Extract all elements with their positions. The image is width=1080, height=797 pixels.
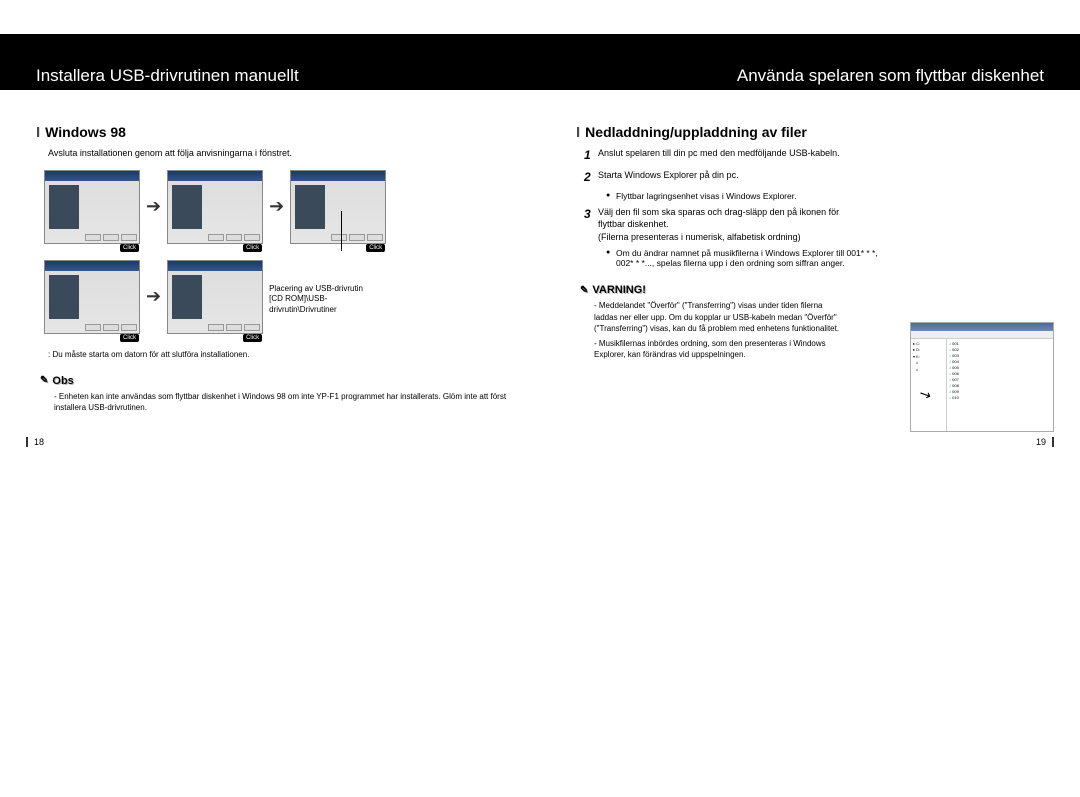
step-3-note: (Filerna presenteras i numerisk, alfabet…	[598, 232, 801, 242]
wizard-screenshot-3: Click	[290, 170, 386, 244]
step-3: 3 Välj den fil som ska sparas och drag-s…	[584, 206, 1054, 244]
step-2: 2 Starta Windows Explorer på din pc.	[584, 169, 1054, 186]
arrow-icon: ➔	[146, 196, 161, 217]
left-page-title: Installera USB-drivrutinen manuellt	[26, 62, 540, 90]
wizard-screenshot-4: Click	[44, 260, 140, 334]
numbered-steps: 1 Anslut spelaren till din pc med den me…	[584, 147, 1054, 268]
obs-text: - Enheten kan inte användas som flyttbar…	[54, 391, 514, 413]
arrow-icon: ➔	[269, 196, 284, 217]
click-tag: Click	[243, 334, 262, 342]
click-tag: Click	[366, 244, 385, 252]
warning-text-2: - Musikfilernas inbördes ordning, som de…	[594, 338, 846, 360]
step-2-sub: Flyttbar lagringsenhet visas i Windows E…	[616, 191, 1054, 201]
page-spread: Installera USB-drivrutinen manuellt Wind…	[0, 90, 1080, 433]
explorer-tree: ▸ C:▸ D:▾ E: ♫ ♫ ↘	[911, 339, 947, 431]
driver-location-caption: Placering av USB-drivrutin [CD ROM]\USB-…	[269, 278, 389, 315]
heading-file-transfer: Nedladdning/uppladdning av filer	[576, 124, 1054, 141]
pointer-arrow-icon: ↘	[915, 382, 935, 407]
wizard-screenshot-2: Click	[167, 170, 263, 244]
step-number: 3	[584, 206, 598, 244]
caption-line2: [CD ROM]\USB-drivrutin\Drivrutiner	[269, 294, 389, 315]
click-tag: Click	[243, 244, 262, 252]
step-number: 2	[584, 169, 598, 186]
page-number-left: 18	[26, 437, 44, 447]
wizard-screenshot-5: Click	[167, 260, 263, 334]
step-3-sub: Om du ändrar namnet på musikfilerna i Wi…	[616, 248, 886, 268]
explorer-file-list: 001002003004005 006007008009010	[947, 339, 1053, 431]
right-page-title: Använda spelaren som flyttbar diskenhet	[727, 62, 1054, 90]
step-text: Anslut spelaren till din pc med den medf…	[598, 147, 840, 164]
step-1: 1 Anslut spelaren till din pc med den me…	[584, 147, 1054, 164]
wizard-row-2: Click ➔ Click Placering av USB-drivrutin…	[44, 260, 514, 334]
warning-text-1: - Meddelandet "Överför" ("Transferring")…	[594, 300, 846, 334]
page-right: Använda spelaren som flyttbar diskenhet …	[540, 90, 1080, 433]
click-tag: Click	[120, 334, 139, 342]
page-number-right: 19	[1036, 437, 1054, 447]
wizard-screenshot-1: Click	[44, 170, 140, 244]
windows-explorer-screenshot: ▸ C:▸ D:▾ E: ♫ ♫ ↘ 001002003004005 00600…	[910, 322, 1054, 432]
caption-line1: Placering av USB-drivrutin	[269, 284, 389, 294]
heading-windows98: Windows 98	[36, 124, 514, 141]
obs-heading: Obs	[40, 375, 514, 387]
warning-heading: VARNING!	[580, 284, 1054, 296]
wizard-row-1: Click ➔ Click ➔ Click	[44, 170, 514, 244]
step-text: Välj den fil som ska sparas och drag-slä…	[598, 207, 839, 230]
step-text: Starta Windows Explorer på din pc.	[598, 169, 739, 186]
intro-text: Avsluta installationen genom att följa a…	[48, 147, 514, 160]
arrow-icon: ➔	[146, 286, 161, 307]
step-number: 1	[584, 147, 598, 164]
click-tag: Click	[120, 244, 139, 252]
restart-note: : Du måste starta om datorn för att slut…	[48, 350, 514, 359]
page-left: Installera USB-drivrutinen manuellt Wind…	[0, 90, 540, 433]
